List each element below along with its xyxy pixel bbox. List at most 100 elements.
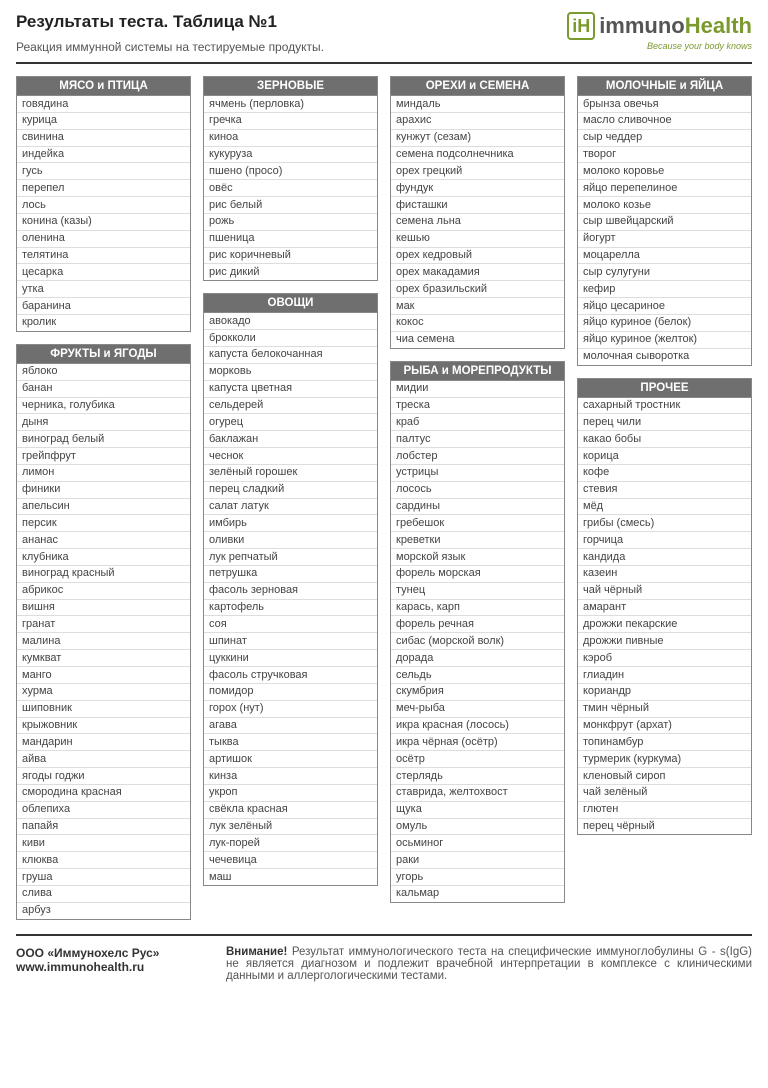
header: Результаты теста. Таблица №1 Реакция имм… xyxy=(16,12,752,54)
list-item: сибас (морской волк) xyxy=(391,633,564,650)
list-item: дорада xyxy=(391,650,564,667)
list-item: картофель xyxy=(204,600,377,617)
category-body: брынза овечьямасло сливочноесыр чеддертв… xyxy=(578,96,751,365)
list-item: папайя xyxy=(17,819,190,836)
footer: ООО «Иммунохелс Рус» www.immunohealth.ru… xyxy=(16,934,752,982)
list-item: орех макадамия xyxy=(391,264,564,281)
list-item: петрушка xyxy=(204,566,377,583)
list-item: лук-порей xyxy=(204,835,377,852)
list-item: йогурт xyxy=(578,231,751,248)
list-item: яйцо куриное (желток) xyxy=(578,332,751,349)
column: ОРЕХИ и СЕМЕНАминдальарахискунжут (сезам… xyxy=(390,76,565,920)
list-item: лук зелёный xyxy=(204,819,377,836)
list-item: казеин xyxy=(578,566,751,583)
list-item: тыква xyxy=(204,734,377,751)
list-item: треска xyxy=(391,398,564,415)
list-item: семена льна xyxy=(391,214,564,231)
list-item: моцарелла xyxy=(578,248,751,265)
list-item: горох (нут) xyxy=(204,701,377,718)
list-item: ячмень (перловка) xyxy=(204,96,377,113)
page-subtitle: Реакция иммунной системы на тестируемые … xyxy=(16,40,567,54)
category-body: миндальарахискунжут (сезам)семена подсол… xyxy=(391,96,564,348)
list-item: конина (казы) xyxy=(17,214,190,231)
list-item: апельсин xyxy=(17,499,190,516)
list-item: лук репчатый xyxy=(204,549,377,566)
category-box: ФРУКТЫ и ЯГОДЫяблокобананчерника, голуби… xyxy=(16,344,191,920)
list-item: банан xyxy=(17,381,190,398)
list-item: кунжут (сезам) xyxy=(391,130,564,147)
company-name: ООО «Иммунохелс Рус» xyxy=(16,946,206,960)
list-item: орех кедровый xyxy=(391,248,564,265)
list-item: кандида xyxy=(578,549,751,566)
list-item: дыня xyxy=(17,414,190,431)
list-item: палтус xyxy=(391,431,564,448)
list-item: черника, голубика xyxy=(17,398,190,415)
list-item: творог xyxy=(578,147,751,164)
list-item: айва xyxy=(17,751,190,768)
list-item: перец сладкий xyxy=(204,482,377,499)
list-item: соя xyxy=(204,616,377,633)
list-item: огурец xyxy=(204,414,377,431)
list-item: авокадо xyxy=(204,313,377,330)
list-item: сельдь xyxy=(391,667,564,684)
category-box: МОЛОЧНЫЕ и ЯЙЦАбрынза овечьямасло сливоч… xyxy=(577,76,752,366)
list-item: рис коричневый xyxy=(204,248,377,265)
category-body: говядинакурицасвининаиндейкагусьперепелл… xyxy=(17,96,190,331)
list-item: манго xyxy=(17,667,190,684)
category-header: ОРЕХИ и СЕМЕНА xyxy=(391,77,564,96)
column: МЯСО и ПТИЦАговядинакурицасвининаиндейка… xyxy=(16,76,191,920)
list-item: скумбрия xyxy=(391,684,564,701)
list-item: смородина красная xyxy=(17,785,190,802)
list-item: агава xyxy=(204,718,377,735)
category-header: МОЛОЧНЫЕ и ЯЙЦА xyxy=(578,77,751,96)
list-item: оленина xyxy=(17,231,190,248)
list-item: телятина xyxy=(17,248,190,265)
list-item: баклажан xyxy=(204,431,377,448)
list-item: ананас xyxy=(17,532,190,549)
list-item: тунец xyxy=(391,583,564,600)
category-body: яблокобананчерника, голубикадынявиноград… xyxy=(17,364,190,919)
list-item: краб xyxy=(391,414,564,431)
category-header: ПРОЧЕЕ xyxy=(578,379,751,398)
list-item: зелёный горошек xyxy=(204,465,377,482)
list-item: дрожжи пекарские xyxy=(578,616,751,633)
list-item: фундук xyxy=(391,180,564,197)
category-header: ОВОЩИ xyxy=(204,294,377,313)
list-item: имбирь xyxy=(204,515,377,532)
list-item: кэроб xyxy=(578,650,751,667)
list-item: киви xyxy=(17,835,190,852)
list-item: молоко коровье xyxy=(578,163,751,180)
list-item: кокос xyxy=(391,315,564,332)
list-item: пшеница xyxy=(204,231,377,248)
column: МОЛОЧНЫЕ и ЯЙЦАбрынза овечьямасло сливоч… xyxy=(577,76,752,920)
list-item: маш xyxy=(204,869,377,885)
list-item: капуста белокочанная xyxy=(204,347,377,364)
logo-icon: iH xyxy=(567,12,595,40)
list-item: кумкват xyxy=(17,650,190,667)
list-item: кефир xyxy=(578,281,751,298)
category-box: МЯСО и ПТИЦАговядинакурицасвининаиндейка… xyxy=(16,76,191,332)
list-item: чай зелёный xyxy=(578,785,751,802)
list-item: хурма xyxy=(17,684,190,701)
list-item: сыр сулугуни xyxy=(578,264,751,281)
list-item: раки xyxy=(391,852,564,869)
list-item: сардины xyxy=(391,499,564,516)
category-header: ЗЕРНОВЫЕ xyxy=(204,77,377,96)
column: ЗЕРНОВЫЕячмень (перловка)гречкакиноакуку… xyxy=(203,76,378,920)
list-item: кинза xyxy=(204,768,377,785)
list-item: амарант xyxy=(578,600,751,617)
list-item: чай чёрный xyxy=(578,583,751,600)
list-item: пшено (просо) xyxy=(204,163,377,180)
list-item: помидор xyxy=(204,684,377,701)
list-item: сыр чеддер xyxy=(578,130,751,147)
list-item: миндаль xyxy=(391,96,564,113)
list-item: артишок xyxy=(204,751,377,768)
list-item: стерлядь xyxy=(391,768,564,785)
list-item: груша xyxy=(17,869,190,886)
list-item: корица xyxy=(578,448,751,465)
list-item: сыр швейцарский xyxy=(578,214,751,231)
list-item: арбуз xyxy=(17,903,190,919)
list-item: фасоль зерновая xyxy=(204,583,377,600)
list-item: малина xyxy=(17,633,190,650)
list-item: кофе xyxy=(578,465,751,482)
